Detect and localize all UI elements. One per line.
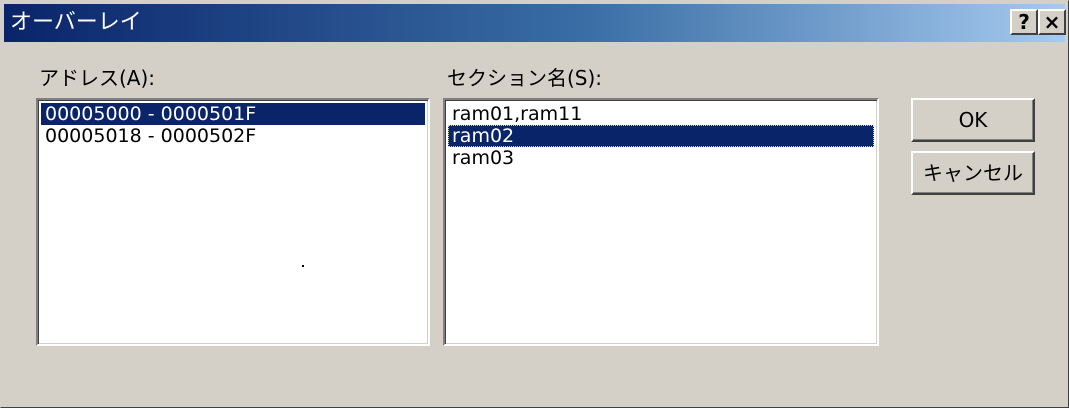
ok-button[interactable]: OK	[911, 98, 1035, 142]
address-listbox[interactable]: 00005000 - 0000501F 00005018 - 0000502F	[36, 98, 430, 346]
window-title: オーバーレイ	[10, 10, 142, 35]
close-button[interactable]: ×	[1038, 9, 1066, 35]
list-item[interactable]: 00005018 - 0000502F	[41, 125, 425, 147]
overlay-dialog: オーバーレイ ? × アドレス(A): 00005000 - 0000501F …	[0, 0, 1069, 408]
address-label: アドレス(A):	[39, 66, 156, 90]
cancel-button[interactable]: キャンセル	[911, 151, 1035, 195]
list-item[interactable]: 00005000 - 0000501F	[41, 103, 425, 125]
title-bar[interactable]: オーバーレイ ? ×	[4, 4, 1066, 42]
list-item[interactable]: ram03	[448, 147, 874, 169]
section-name-listbox[interactable]: ram01,ram11 ram02 ram03	[443, 98, 879, 346]
section-name-label: セクション名(S):	[447, 66, 603, 90]
list-item[interactable]: ram01,ram11	[448, 103, 874, 125]
help-button[interactable]: ?	[1010, 9, 1038, 35]
stray-pixel	[302, 265, 304, 267]
list-item[interactable]: ram02	[448, 125, 874, 147]
